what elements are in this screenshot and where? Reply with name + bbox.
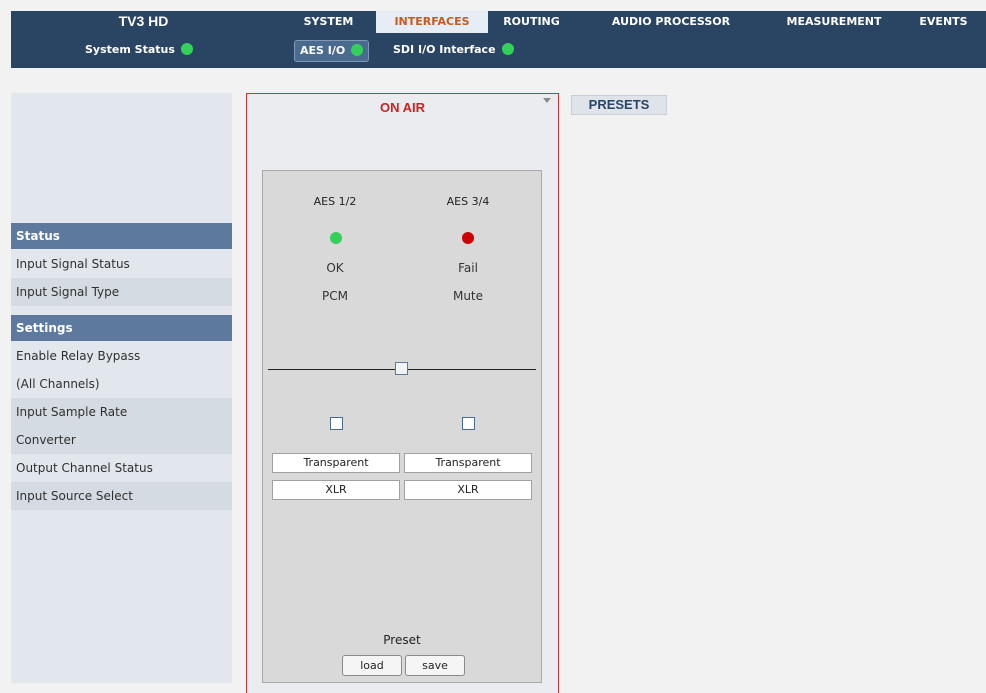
sub-nav-bar: System Status AES I/O SDI I/O Interface bbox=[11, 33, 986, 68]
on-air-title: ON AIR bbox=[379, 100, 426, 115]
system-status-link[interactable]: System Status bbox=[85, 40, 193, 60]
sidebar-row-input-source-select: Input Source Select bbox=[11, 482, 232, 510]
sidebar-row-input-sample-rate: Input Sample Rate bbox=[11, 398, 232, 426]
input-source-aes-3-4[interactable]: XLR bbox=[404, 480, 532, 500]
load-button[interactable]: load bbox=[342, 655, 402, 676]
system-status-indicator-icon bbox=[180, 43, 193, 55]
presets-button[interactable]: PRESETS bbox=[571, 95, 667, 115]
src-checkbox-aes-1-2[interactable] bbox=[330, 417, 343, 430]
save-button[interactable]: save bbox=[405, 655, 465, 676]
sdi-io-indicator-icon bbox=[501, 43, 514, 55]
tab-events[interactable]: EVENTS bbox=[901, 11, 986, 33]
sidebar-row-converter: Converter bbox=[11, 426, 232, 454]
output-channel-status-aes-1-2[interactable]: Transparent bbox=[272, 453, 400, 473]
input-source-aes-1-2[interactable]: XLR bbox=[272, 480, 400, 500]
tab-interfaces[interactable]: INTERFACES bbox=[376, 11, 488, 35]
settings-section-header: Settings bbox=[11, 315, 232, 341]
src-checkbox-aes-3-4[interactable] bbox=[462, 417, 475, 430]
system-status-label: System Status bbox=[85, 43, 175, 56]
device-title: TV3 HD bbox=[118, 13, 169, 29]
channel-label-aes-1-2: AES 1/2 bbox=[313, 195, 357, 208]
aes-io-label: AES I/O bbox=[300, 44, 346, 57]
parameter-sidebar: Status Input Signal Status Input Signal … bbox=[11, 93, 232, 683]
tab-system[interactable]: SYSTEM bbox=[281, 11, 376, 33]
aes-io-tab[interactable]: AES I/O bbox=[294, 40, 370, 62]
sdi-io-label: SDI I/O Interface bbox=[393, 43, 496, 56]
sidebar-row-output-channel-status: Output Channel Status bbox=[16, 461, 153, 475]
tab-routing[interactable]: ROUTING bbox=[488, 11, 575, 33]
signal-type-aes-1-2: PCM bbox=[322, 289, 348, 303]
signal-type-aes-3-4: Mute bbox=[452, 289, 484, 303]
tab-audio-processor[interactable]: AUDIO PROCESSOR bbox=[575, 11, 767, 33]
relay-bypass-slider[interactable] bbox=[395, 362, 408, 375]
aes-io-indicator-icon bbox=[351, 44, 364, 56]
signal-status-aes-3-4: Fail bbox=[458, 261, 478, 275]
top-nav-bar: TV3 HD SYSTEM INTERFACES ROUTING AUDIO P… bbox=[11, 11, 986, 35]
sidebar-row-all-channels: (All Channels) bbox=[16, 377, 100, 391]
tab-measurement[interactable]: MEASUREMENT bbox=[767, 11, 901, 33]
channel-panel bbox=[262, 170, 542, 683]
status-led-fail-icon bbox=[462, 232, 474, 244]
status-led-ok-icon bbox=[330, 232, 342, 244]
dropdown-arrow-icon[interactable] bbox=[543, 98, 551, 103]
channel-label-aes-3-4: AES 3/4 bbox=[446, 195, 490, 208]
signal-status-aes-1-2: OK bbox=[326, 261, 344, 275]
sdi-io-tab[interactable]: SDI I/O Interface bbox=[393, 40, 514, 60]
sidebar-row-input-signal-type: Input Signal Type bbox=[11, 278, 232, 306]
output-channel-status-aes-3-4[interactable]: Transparent bbox=[404, 453, 532, 473]
sidebar-row-enable-relay-bypass: Enable Relay Bypass bbox=[16, 349, 141, 363]
sidebar-row-input-signal-status: Input Signal Status bbox=[16, 257, 130, 271]
status-section-header: Status bbox=[11, 223, 232, 249]
preset-label: Preset bbox=[383, 633, 421, 647]
